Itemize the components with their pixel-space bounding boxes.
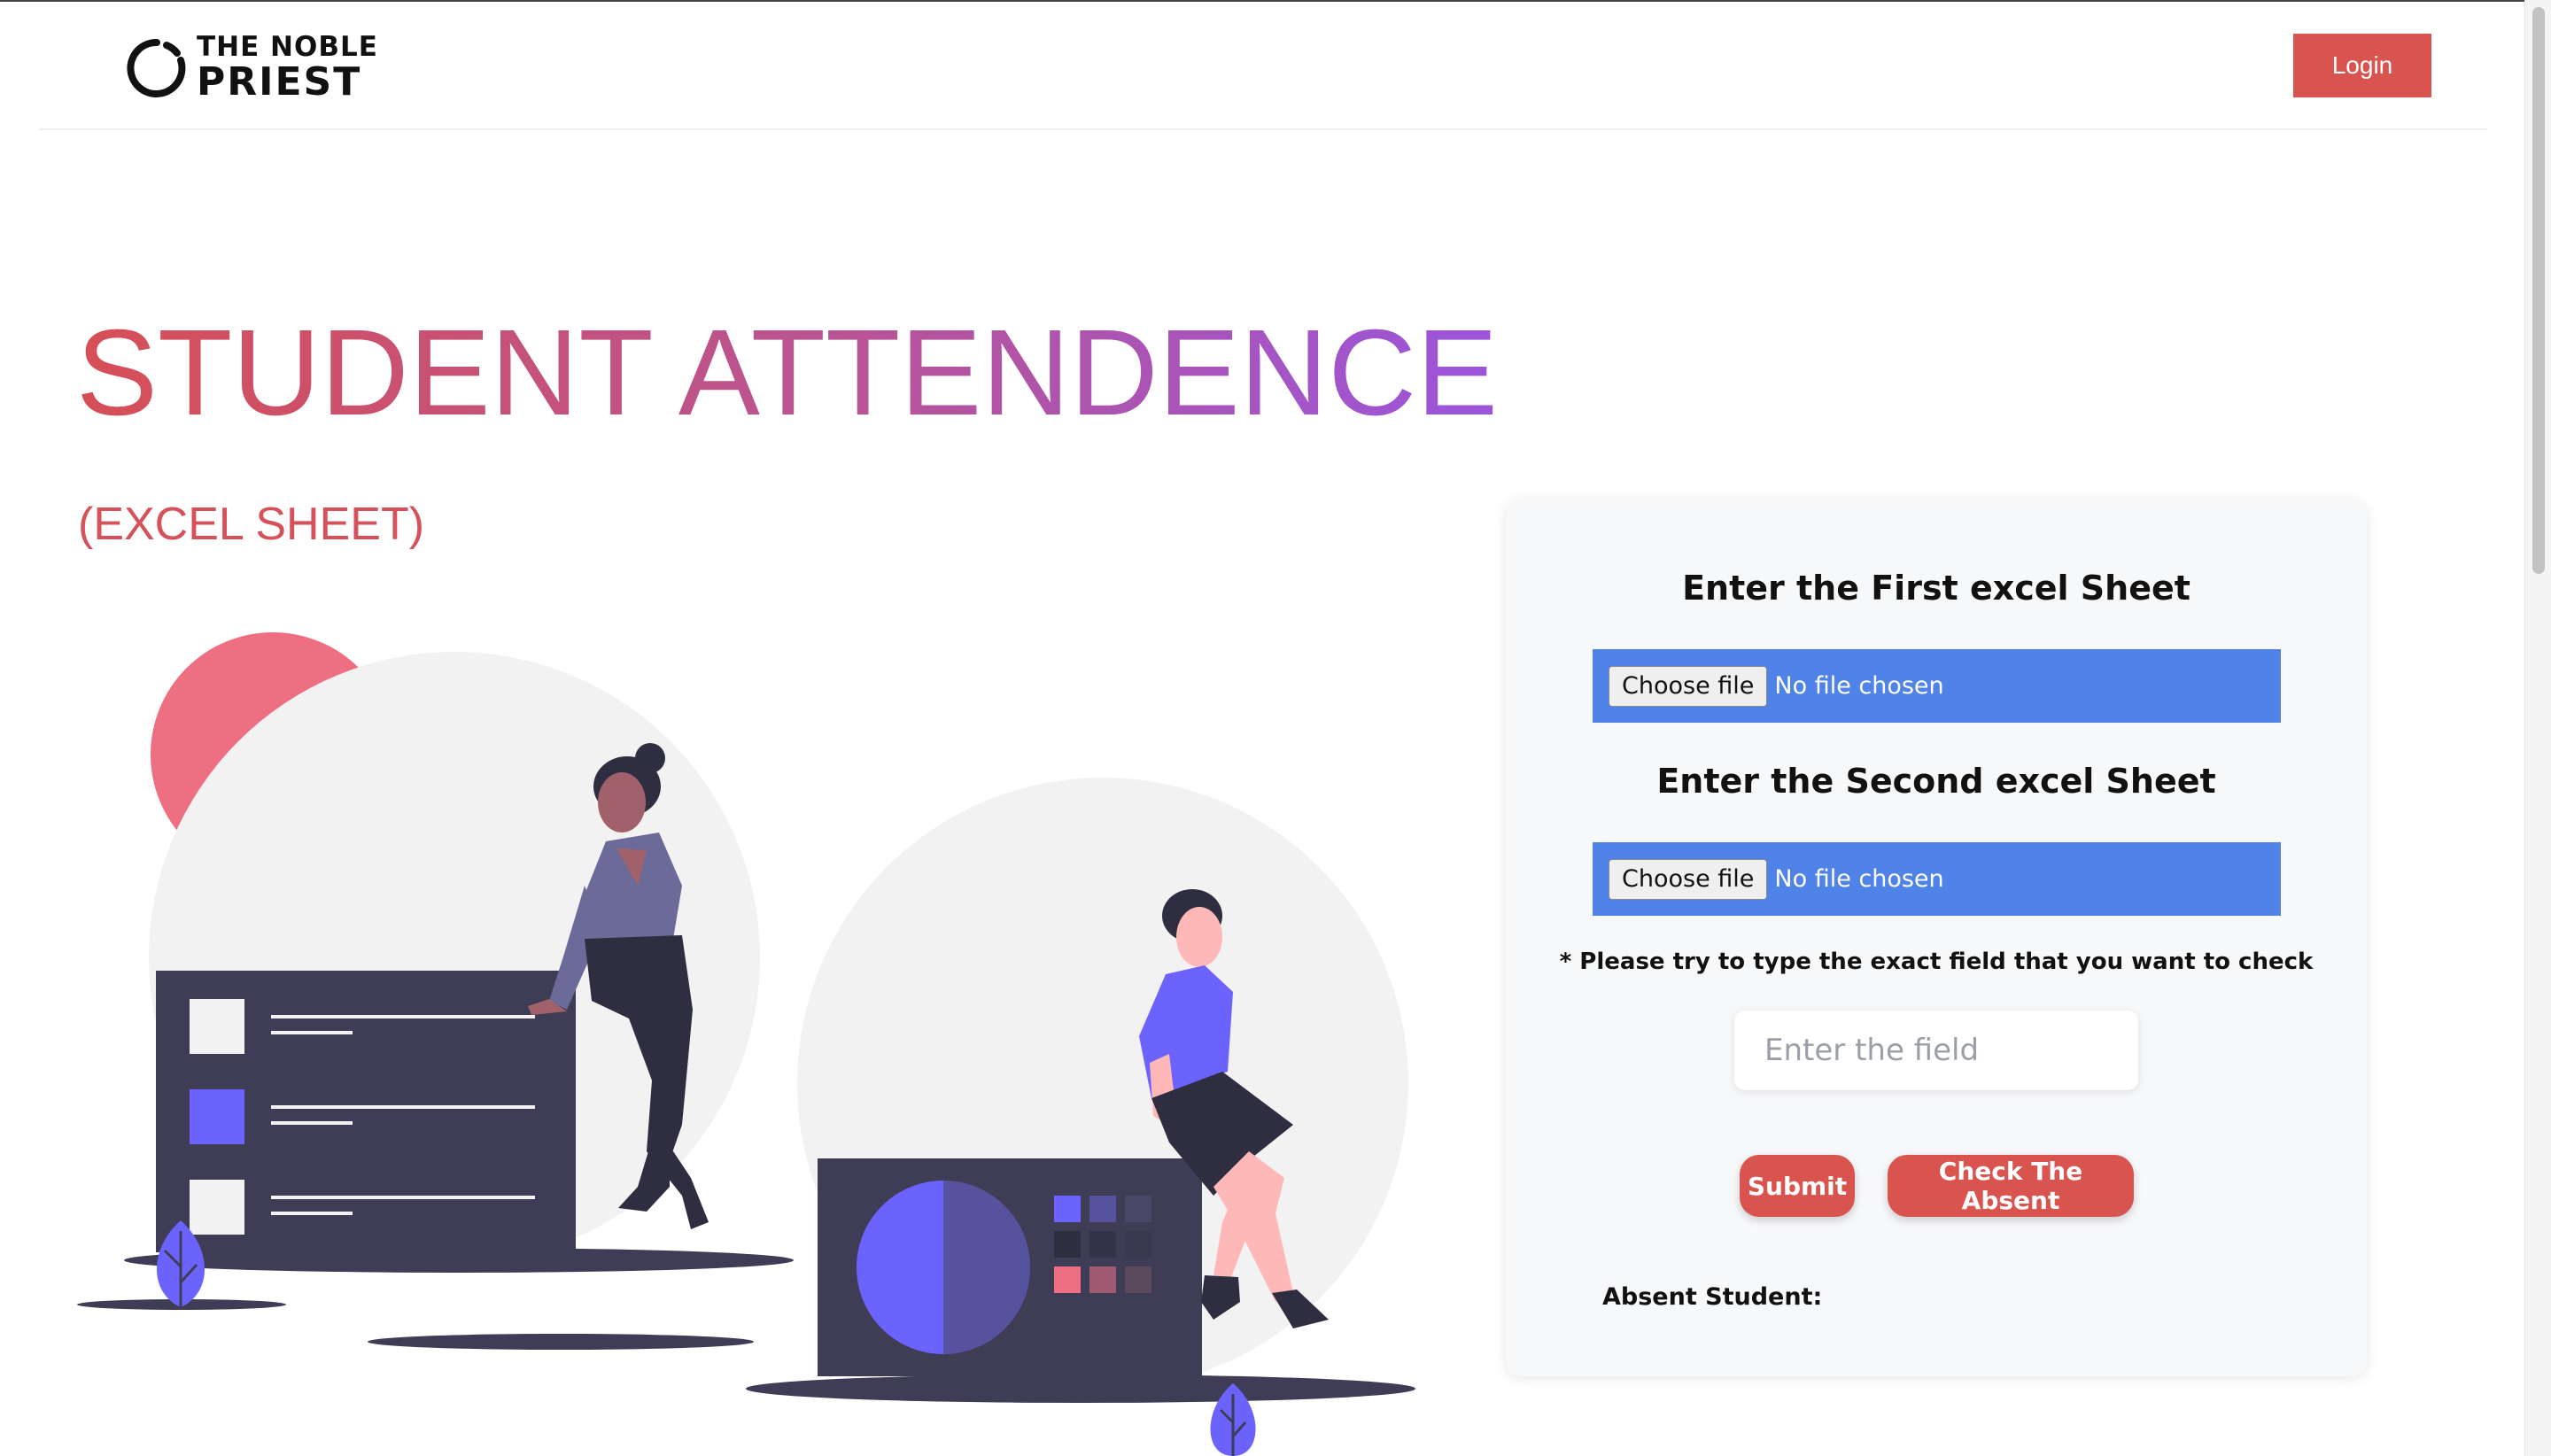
attendance-illustration — [77, 632, 1415, 1456]
list-box-2 — [190, 1089, 244, 1144]
list-box-1 — [190, 999, 244, 1054]
first-choose-file-button[interactable]: Choose file — [1609, 665, 1768, 707]
logo-line-2: PRIEST — [197, 59, 362, 105]
first-sheet-file-input[interactable]: Choose file No file chosen — [1593, 649, 2281, 723]
first-sheet-heading: Enter the First excel Sheet — [1682, 569, 2190, 608]
scrollbar-thumb[interactable] — [2532, 7, 2545, 574]
logo-wordmark: THE NOBLE PRIEST — [197, 34, 378, 102]
list-box-3 — [190, 1180, 244, 1235]
page-title: STUDENT ATTENDENCE — [76, 305, 1499, 441]
login-button[interactable]: Login — [2293, 34, 2431, 97]
submit-button[interactable]: Submit — [1740, 1155, 1855, 1217]
site-header: THE NOBLE PRIEST Login — [39, 2, 2487, 130]
second-choose-file-button[interactable]: Choose file — [1609, 858, 1768, 900]
field-input[interactable] — [1734, 1011, 2138, 1090]
second-sheet-heading: Enter the Second excel Sheet — [1656, 762, 2216, 801]
absent-student-label: Absent Student: — [1602, 1283, 1823, 1311]
field-hint-note: * Please try to type the exact field tha… — [1559, 949, 2314, 975]
page-subtitle: (EXCEL SHEET) — [78, 499, 425, 550]
upload-form-card: Enter the First excel Sheet Choose file … — [1506, 500, 2367, 1376]
logo-ring-icon — [127, 38, 186, 97]
page: THE NOBLE PRIEST Login STUDENT ATTENDENC… — [0, 0, 2551, 1456]
first-file-status: No file chosen — [1774, 672, 1944, 700]
brand-logo[interactable]: THE NOBLE PRIEST — [126, 34, 378, 102]
logo-line-1: THE NOBLE — [197, 31, 378, 63]
page-scrollbar[interactable] — [2524, 0, 2551, 1456]
ground-shadow-3 — [368, 1334, 754, 1350]
ground-shadow-4 — [746, 1375, 1415, 1403]
second-sheet-file-input[interactable]: Choose file No file chosen — [1593, 842, 2281, 916]
check-absent-button[interactable]: Check The Absent — [1888, 1155, 2134, 1217]
second-file-status: No file chosen — [1774, 865, 1944, 893]
